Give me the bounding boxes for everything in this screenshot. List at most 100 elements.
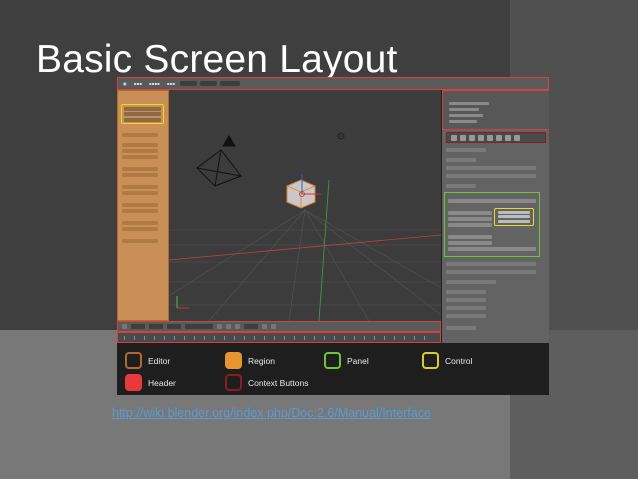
legend-item-header: Header bbox=[125, 374, 176, 391]
header-menu-item: ▪▪▪ bbox=[166, 81, 175, 86]
context-button bbox=[487, 134, 493, 141]
context-buttons-bar bbox=[446, 132, 546, 143]
header-icon bbox=[262, 324, 267, 329]
header-field bbox=[199, 81, 217, 86]
properties-control-group bbox=[494, 208, 534, 226]
prop-row bbox=[446, 326, 476, 330]
control-button bbox=[498, 210, 530, 214]
shelf-row bbox=[122, 167, 158, 171]
3d-viewport bbox=[169, 90, 441, 321]
shelf-row bbox=[122, 227, 158, 231]
prop-row bbox=[446, 290, 486, 294]
viewport-header bbox=[117, 321, 441, 332]
context-button bbox=[496, 134, 502, 141]
panel-row bbox=[448, 223, 492, 227]
prop-row bbox=[446, 280, 496, 284]
outliner-row bbox=[449, 108, 479, 111]
shelf-row bbox=[122, 149, 158, 153]
properties-editor bbox=[441, 90, 549, 343]
shelf-row bbox=[122, 203, 158, 207]
outliner-row bbox=[449, 102, 489, 105]
outliner-row bbox=[449, 114, 483, 117]
header-icon bbox=[226, 324, 231, 329]
header-icon bbox=[235, 324, 240, 329]
shelf-row bbox=[122, 133, 158, 137]
header-icon bbox=[271, 324, 276, 329]
legend-item-region: Region bbox=[225, 352, 275, 369]
floor-grid bbox=[169, 209, 441, 321]
legend-label: Editor bbox=[148, 355, 171, 366]
shelf-row bbox=[122, 191, 158, 195]
lamp-icon bbox=[337, 132, 345, 140]
panel-row bbox=[448, 241, 492, 245]
legend-swatch-context-buttons bbox=[225, 374, 242, 391]
shelf-button bbox=[124, 106, 161, 111]
header-menu bbox=[131, 324, 145, 329]
panel-row bbox=[448, 211, 492, 215]
mode-selector bbox=[185, 324, 213, 329]
shelf-button bbox=[124, 112, 161, 116]
context-button bbox=[469, 134, 475, 141]
timeline-editor bbox=[117, 332, 441, 343]
y-axis-line bbox=[318, 179, 330, 321]
shelf-row bbox=[122, 221, 158, 225]
legend-swatch-header bbox=[125, 374, 142, 391]
header-menu-item: ▪▪▪ bbox=[133, 81, 142, 86]
header-menu bbox=[244, 324, 258, 329]
axis-gizmo-icon bbox=[176, 296, 189, 309]
info-header: ▣ ▪▪▪ ▪▪▪▪ ▪▪▪ bbox=[117, 77, 549, 90]
panel-row bbox=[448, 199, 536, 203]
header-icon bbox=[217, 324, 222, 329]
outliner-editor bbox=[442, 90, 549, 130]
context-button bbox=[514, 134, 520, 141]
context-button bbox=[451, 134, 457, 141]
shelf-row bbox=[122, 173, 158, 177]
header-menu bbox=[167, 324, 181, 329]
legend-label: Region bbox=[248, 355, 275, 366]
prop-row bbox=[446, 298, 486, 302]
color-legend: Editor Region Panel Control Header Conte… bbox=[117, 343, 549, 395]
legend-item-control: Control bbox=[422, 352, 472, 369]
tool-shelf-region bbox=[117, 90, 169, 321]
context-button bbox=[505, 134, 511, 141]
camera-icon bbox=[195, 135, 243, 188]
viewport-scene bbox=[169, 132, 441, 321]
prop-row bbox=[446, 306, 486, 310]
prop-row bbox=[446, 158, 476, 162]
legend-item-context-buttons: Context Buttons bbox=[225, 374, 308, 391]
control-button bbox=[498, 215, 530, 218]
source-link[interactable]: http://wiki.blender.org/index.php/Doc:2.… bbox=[112, 406, 431, 420]
prop-row bbox=[446, 314, 486, 318]
header-field bbox=[219, 81, 241, 86]
timeline-ticks bbox=[124, 336, 434, 340]
legend-label: Context Buttons bbox=[248, 377, 309, 388]
prop-row bbox=[446, 166, 536, 170]
panel-row bbox=[448, 247, 536, 251]
prop-row bbox=[446, 148, 486, 152]
shelf-row bbox=[122, 185, 158, 189]
cube-icon bbox=[286, 174, 321, 209]
blender-screenshot: ▣ ▪▪▪ ▪▪▪▪ ▪▪▪ Editor Region Panel Contr… bbox=[117, 77, 549, 395]
prop-row bbox=[446, 270, 536, 274]
shelf-button bbox=[124, 117, 161, 122]
legend-swatch-control bbox=[422, 352, 439, 369]
slide-title: Basic Screen Layout bbox=[36, 38, 398, 81]
legend-swatch-panel bbox=[324, 352, 341, 369]
header-menu-file: ▣ bbox=[123, 81, 127, 86]
shelf-row bbox=[122, 209, 158, 213]
legend-label: Header bbox=[148, 377, 176, 388]
legend-swatch-region bbox=[225, 352, 242, 369]
legend-item-editor: Editor bbox=[125, 352, 170, 369]
header-menu bbox=[149, 324, 163, 329]
shelf-row bbox=[122, 155, 158, 159]
context-button bbox=[460, 134, 466, 141]
prop-row bbox=[446, 184, 476, 188]
header-menu-item: ▪▪▪▪ bbox=[148, 81, 160, 86]
legend-swatch-editor bbox=[125, 352, 142, 369]
shelf-row bbox=[122, 143, 158, 147]
panel-row bbox=[448, 235, 492, 239]
context-button bbox=[478, 134, 484, 141]
legend-item-panel: Panel bbox=[324, 352, 369, 369]
legend-label: Panel bbox=[347, 355, 369, 366]
prop-row bbox=[446, 262, 536, 266]
